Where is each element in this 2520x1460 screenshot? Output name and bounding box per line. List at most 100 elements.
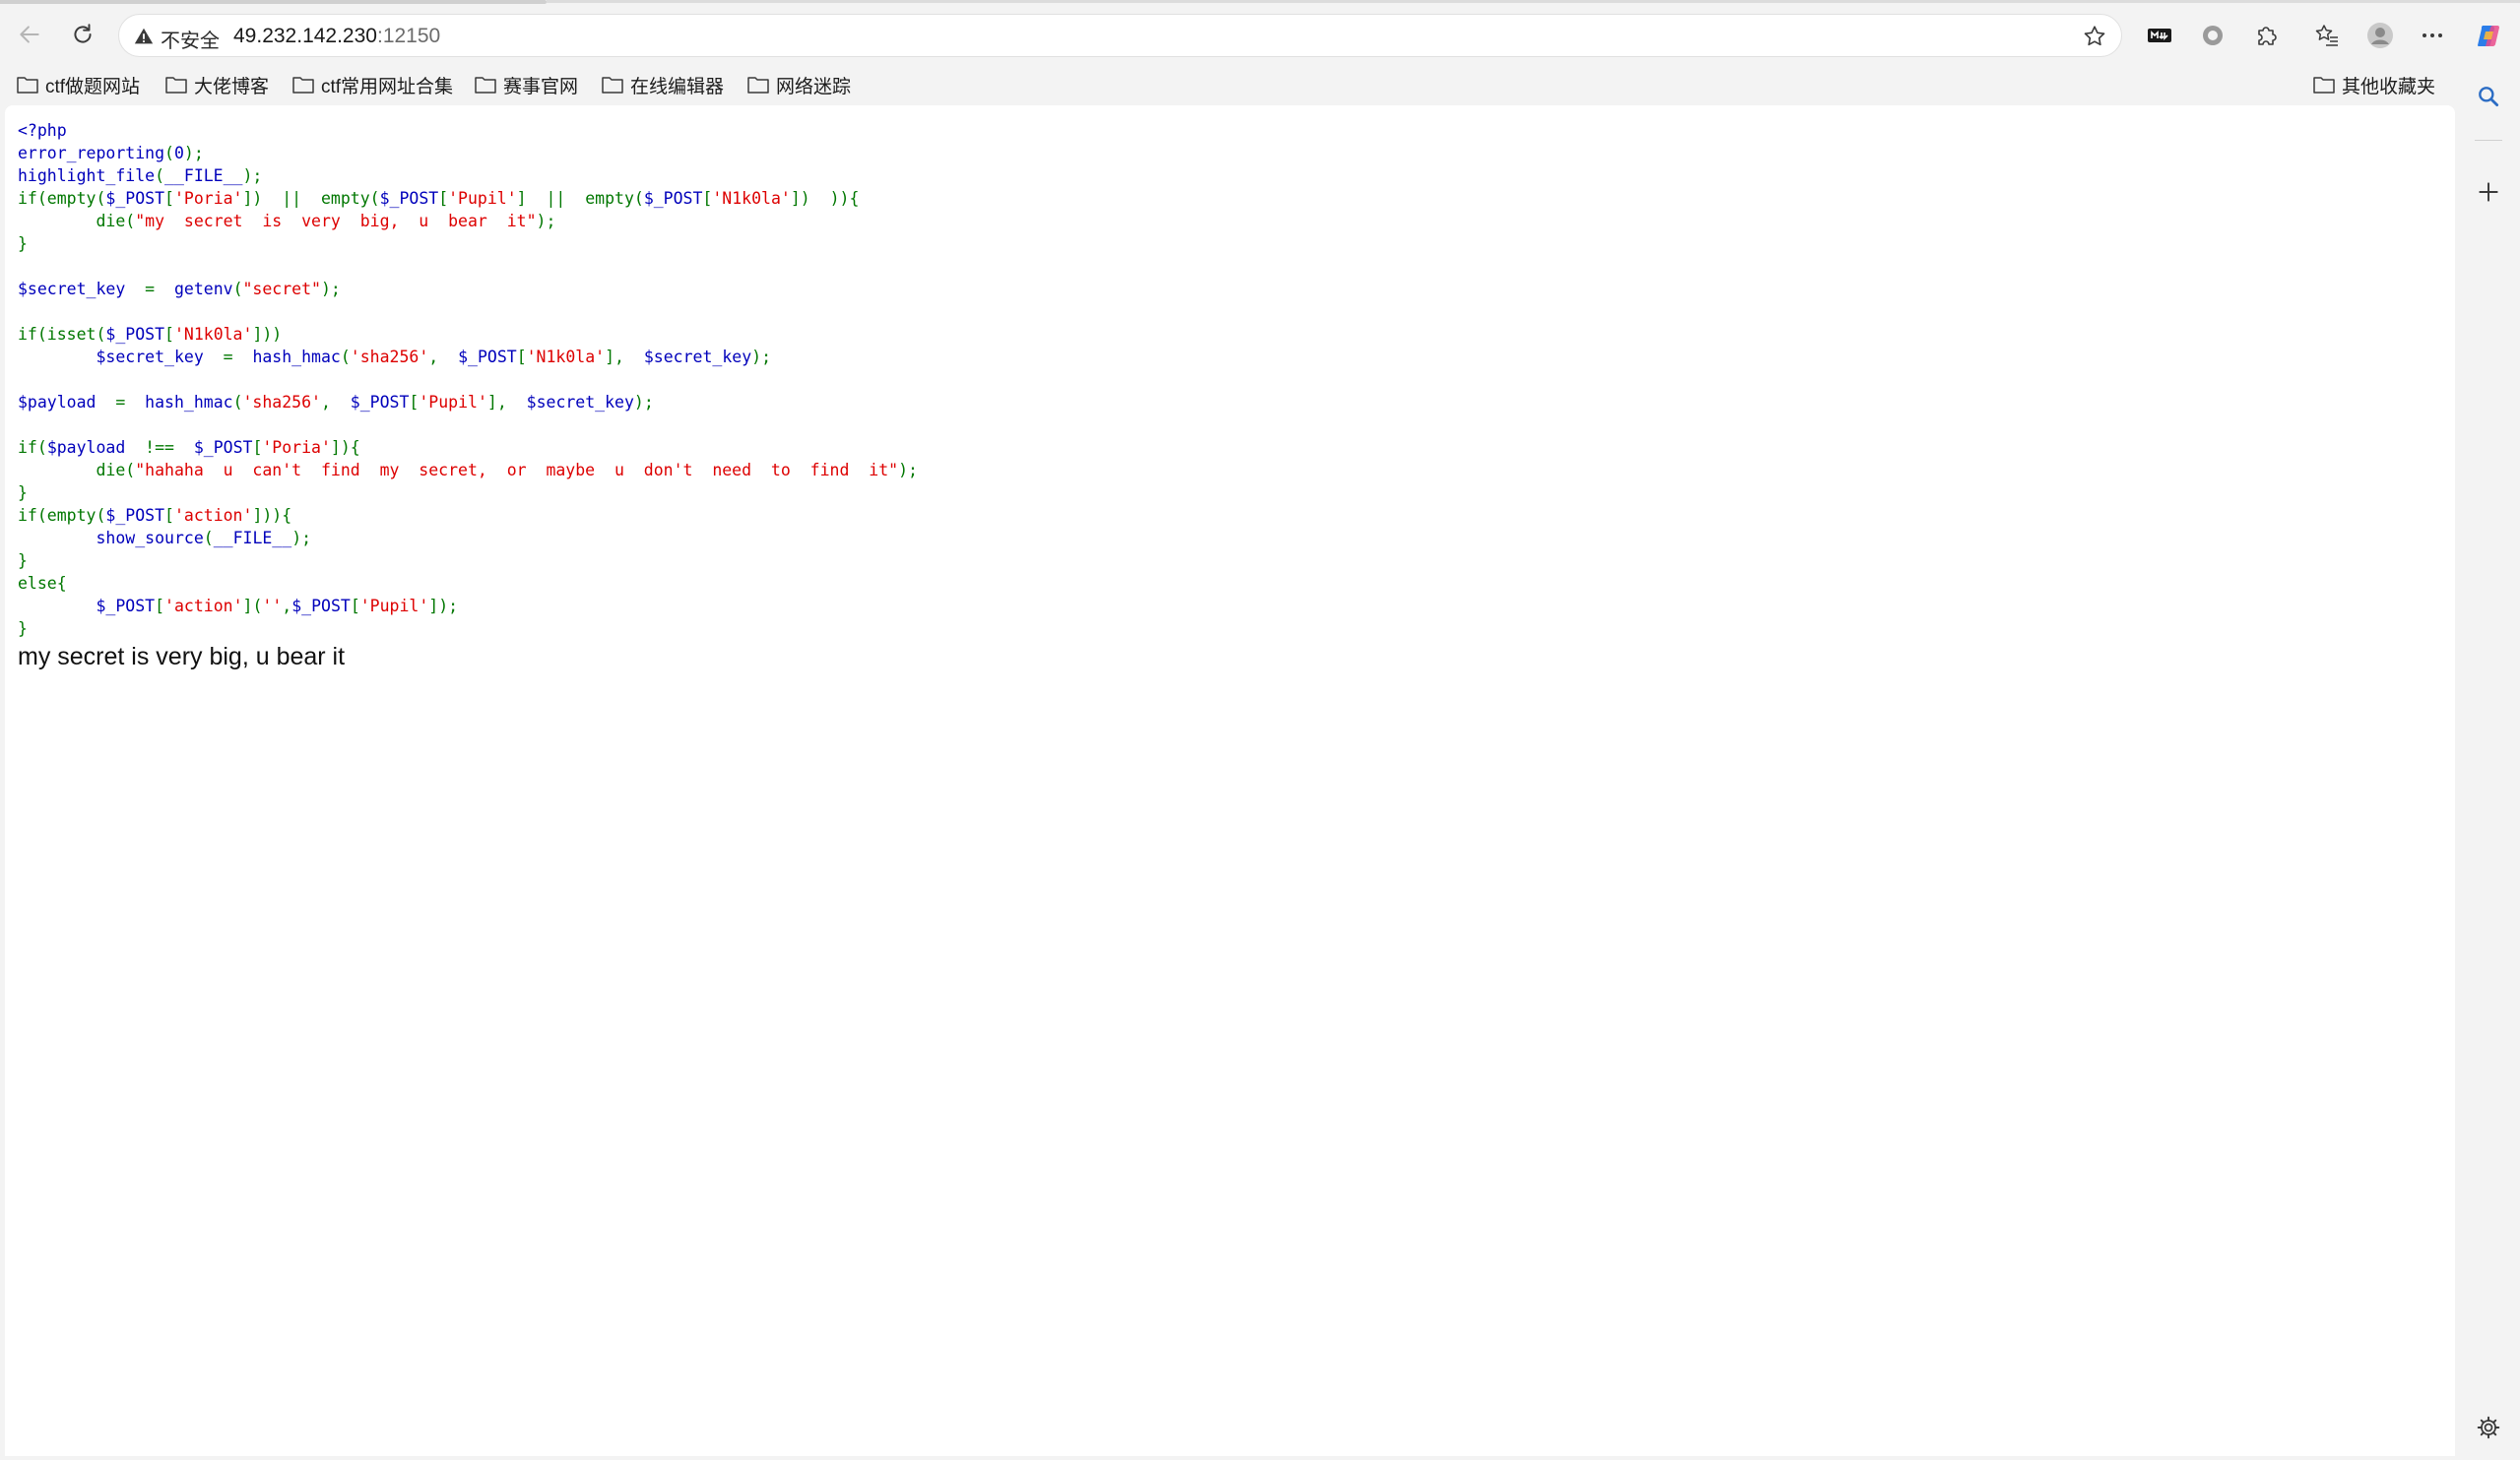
code-token: ( [340,348,351,366]
code-token: __FILE__ [164,166,243,185]
code-token: 0 [173,144,184,162]
more-menu-button[interactable] [2416,19,2449,52]
code-token: $_POST [379,189,439,208]
php-source-code: <?php error_reporting(0); highlight_file(_… [18,119,918,640]
address-bar[interactable]: 不安全 49.232.142.230:12150 [118,14,2122,57]
code-token: ( [155,166,165,185]
code-line: die("my secret is very big, u bear it"); [18,210,918,232]
code-token: ); [242,166,263,185]
code-token: $secret_key [643,348,752,366]
extensions-button[interactable] [2250,19,2284,52]
bookmark-folder[interactable]: 赛事官网 [474,71,578,98]
bookmark-label: ctf常用网址合集 [321,76,454,97]
code-token: $payload [46,438,146,457]
code-token: ]) || empty( [242,189,380,208]
page-output-text: my secret is very big, u bear it [18,643,346,670]
code-token: $secret_key [526,393,634,412]
bookmark-folder[interactable]: 大佬博客 [164,71,269,98]
bookmark-folder[interactable]: 网络迷踪 [746,71,851,98]
profile-button[interactable] [2363,19,2397,52]
code-token: ( [164,144,174,162]
code-token: $_POST [193,438,253,457]
bookmark-label: 赛事官网 [503,76,579,97]
code-line: $secret_key = hash_hmac('sha256', $_POST… [18,346,918,368]
code-token: ])) [252,325,283,344]
reload-button[interactable] [63,15,102,54]
code-line: } [18,617,918,640]
sidebar-search-button[interactable] [2472,80,2505,113]
code-token: [ [155,597,165,615]
code-token: $_POST [96,597,156,615]
warning-icon[interactable] [133,26,155,47]
code-token: ( [203,529,214,547]
code-token: die( [18,212,136,230]
security-label[interactable]: 不安全 [161,25,220,53]
code-token: [ [164,325,174,344]
code-line: if(isset($_POST['N1k0la'])) [18,323,918,346]
code-line: else{ [18,572,918,595]
code-token: [ [164,506,174,525]
code-token: [ [350,597,360,615]
code-token: [ [164,189,174,208]
code-line: <?php [18,119,918,142]
sidebar-divider [2475,140,2502,141]
code-token: = [145,280,174,298]
bookmark-folder[interactable]: 在线编辑器 [601,71,724,98]
bookmarks-bar: ctf做题网站 大佬博客 ctf常用网址合集 赛事官网 在线编辑器 网络迷踪 其… [0,66,2520,103]
avatar-icon [2367,23,2393,48]
code-token: ] || empty( [516,189,644,208]
bookmark-folder[interactable]: ctf常用网址合集 [291,71,453,98]
code-token: ); [320,280,341,298]
code-line: if(empty($_POST['action'])){ [18,504,918,527]
other-bookmarks-folder[interactable]: 其他收藏夹 [2312,71,2435,98]
code-token: 'sha256' [242,393,321,412]
record-extension-button[interactable] [2196,19,2229,52]
favorites-button[interactable] [2310,19,2344,52]
bookmark-label: ctf做题网站 [45,76,141,97]
code-token: , [428,348,459,366]
copilot-button[interactable] [2472,19,2505,52]
folder-icon [17,77,38,94]
page-content: <?php error_reporting(0); highlight_file(_… [5,105,2455,1456]
code-token: $_POST [105,506,165,525]
folder-icon [292,77,314,94]
code-token: ); [633,393,654,412]
sidebar-settings-button[interactable] [2472,1411,2505,1444]
code-token: ); [898,461,918,479]
back-button[interactable] [10,15,49,54]
puzzle-icon [2258,27,2277,45]
code-token: 'Pupil' [419,393,487,412]
code-token: ]){ [330,438,360,457]
folder-icon [165,77,187,94]
code-token: $payload [18,393,116,412]
browser-toolbar: 不安全 49.232.142.230:12150 [0,5,2520,66]
gear-icon [2477,1416,2500,1439]
tab-strip-edge [547,0,2520,3]
code-line: show_source(__FILE__); [18,527,918,549]
code-token: $_POST [458,348,517,366]
folder-icon [475,77,496,94]
code-token: ( [232,393,243,412]
code-token: highlight_file [18,166,156,185]
tab-indicator [0,0,547,4]
code-token: $_POST [350,393,410,412]
favorite-star-icon[interactable] [2082,24,2107,49]
markdown-icon [2148,29,2171,42]
code-token: "hahaha u can't find my secret, or maybe… [135,461,899,479]
code-line: $secret_key = getenv("secret"); [18,278,918,300]
code-token: hash_hmac [252,348,341,366]
reload-icon [74,24,92,43]
code-token: show_source [96,529,204,547]
sidebar-add-button[interactable] [2472,175,2505,209]
url-text[interactable]: 49.232.142.230:12150 [233,25,440,48]
code-token: = [223,348,253,366]
code-token: ]( [242,597,263,615]
bookmark-folder[interactable]: ctf做题网站 [16,71,140,98]
code-token: , [320,393,351,412]
code-token: ], [605,348,644,366]
code-token: ); [291,529,312,547]
markdown-extension-button[interactable] [2143,19,2176,52]
